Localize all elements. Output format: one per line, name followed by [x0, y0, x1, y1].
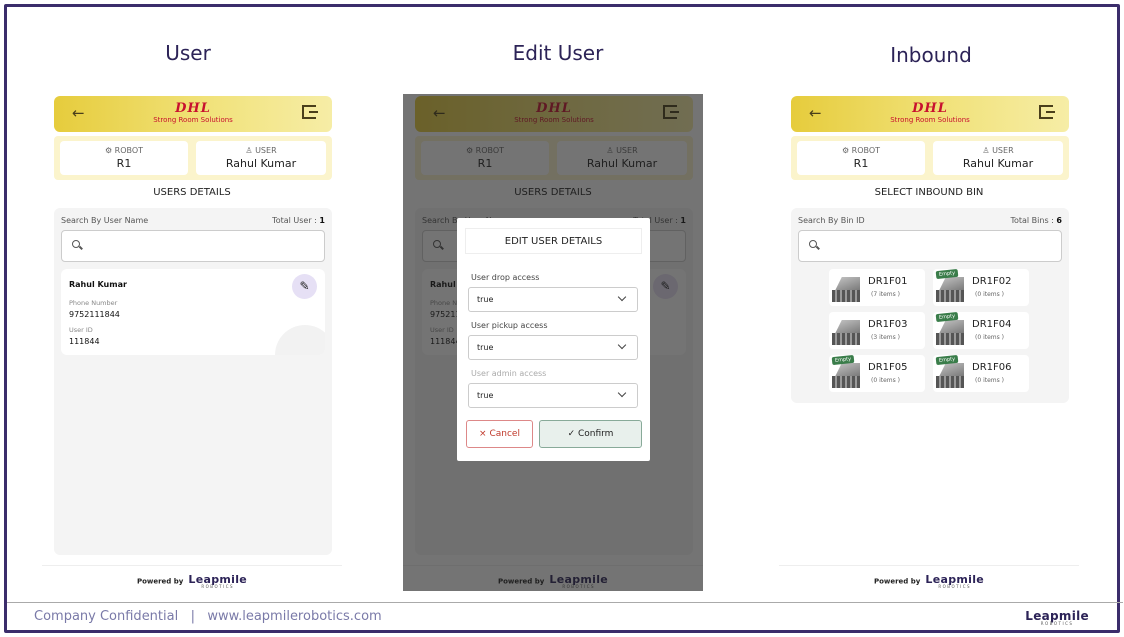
bin-icon — [832, 277, 860, 302]
logout-icon[interactable] — [302, 105, 318, 119]
bin-icon — [936, 320, 964, 345]
title-edit-user: Edit User — [512, 41, 604, 65]
bin-card[interactable]: DR1F03 (3 items ) — [829, 312, 925, 349]
search-label: Search By Bin ID — [798, 216, 865, 225]
dhl-logo: DHL Strong Room Solutions — [890, 101, 970, 124]
bins-panel: Search By Bin ID Total Bins : 6 DR1F01 (… — [791, 208, 1069, 403]
robot-card: ⚙ ROBOT R1 — [797, 141, 925, 175]
robot-icon: ⚙ — [841, 146, 852, 155]
info-bar: ⚙ ROBOT R1 ♙ USER Rahul Kumar — [791, 136, 1069, 180]
phone-value: 9752111844 — [69, 310, 120, 319]
pickup-access-select[interactable]: true — [468, 335, 638, 360]
user-list-item[interactable]: Rahul Kumar Phone Number 9752111844 User… — [61, 269, 325, 355]
back-arrow-icon[interactable]: ← — [809, 104, 822, 122]
bin-card[interactable]: Empty DR1F02 (0 items ) — [933, 268, 1029, 306]
bin-card[interactable]: DR1F01 (7 items ) — [829, 269, 925, 306]
robot-icon: ⚙ — [104, 146, 115, 155]
edit-user-screen: ← DHL Strong Room Solutions ⚙ ROBOT R1 ♙… — [403, 94, 703, 591]
user-name: Rahul Kumar — [69, 280, 127, 289]
bin-icon — [936, 277, 964, 302]
slide-frame: User Edit User Inbound ← DHL Strong Room… — [4, 4, 1123, 633]
section-title: USERS DETAILS — [153, 187, 231, 198]
bin-icon — [936, 363, 964, 388]
title-inbound: Inbound — [890, 43, 972, 67]
bin-card[interactable]: Empty DR1F06 (0 items ) — [933, 354, 1029, 392]
powered-by-footer: Powered by LeapmileROBOTICS — [42, 565, 342, 590]
search-icon — [72, 240, 80, 248]
search-input[interactable] — [61, 230, 325, 262]
powered-by-footer: Powered by LeapmileROBOTICS — [779, 565, 1079, 590]
search-label: Search By User Name — [61, 216, 149, 225]
bin-icon — [832, 320, 860, 345]
user-screen: ← DHL Strong Room Solutions ⚙ ROBOT R1 ♙… — [42, 94, 342, 591]
bin-card[interactable]: Empty DR1F04 (0 items ) — [933, 311, 1029, 349]
chevron-down-icon — [617, 292, 627, 302]
confirm-button[interactable]: ✓ Confirm — [539, 420, 642, 448]
users-panel: Search By User Name Total User : 1 Rahul… — [54, 208, 332, 555]
user-card: ♙ USER Rahul Kumar — [196, 141, 326, 175]
modal-title: EDIT USER DETAILS — [465, 228, 642, 254]
total-users: Total User : 1 — [272, 216, 325, 225]
info-bar: ⚙ ROBOT R1 ♙ USER Rahul Kumar — [54, 136, 332, 180]
admin-access-label: User admin access — [471, 369, 547, 378]
app-header: ← DHL Strong Room Solutions — [54, 96, 332, 132]
drop-access-label: User drop access — [471, 273, 540, 282]
leapmile-logo: LeapmileROBOTICS — [925, 573, 985, 589]
dhl-logo: DHL Strong Room Solutions — [153, 101, 233, 124]
search-icon — [809, 240, 817, 248]
total-bins: Total Bins : 6 — [1010, 216, 1062, 225]
chevron-down-icon — [617, 340, 627, 350]
corner-leapmile-logo: Leapmile ROBOTICS — [1025, 608, 1089, 626]
cancel-button[interactable]: × Cancel — [466, 420, 533, 448]
app-header: ← DHL Strong Room Solutions — [791, 96, 1069, 132]
search-input[interactable] — [798, 230, 1062, 262]
chevron-down-icon — [617, 388, 627, 398]
bin-icon — [832, 363, 860, 388]
logout-icon[interactable] — [1039, 105, 1055, 119]
user-id-value: 111844 — [69, 337, 100, 346]
back-arrow-icon[interactable]: ← — [72, 104, 85, 122]
inbound-screen: ← DHL Strong Room Solutions ⚙ ROBOT R1 ♙… — [779, 94, 1079, 591]
admin-access-select[interactable]: true — [468, 383, 638, 408]
edit-pencil-icon[interactable]: ✎ — [292, 274, 317, 299]
user-card: ♙ USER Rahul Kumar — [933, 141, 1063, 175]
slide-footer-divider — [7, 602, 1123, 603]
drop-access-select[interactable]: true — [468, 287, 638, 312]
phone-label: Phone Number — [69, 299, 118, 307]
edit-user-modal: EDIT USER DETAILS User drop access true … — [457, 218, 650, 461]
robot-card: ⚙ ROBOT R1 — [60, 141, 188, 175]
bin-card[interactable]: Empty DR1F05 (0 items ) — [829, 354, 925, 392]
title-user: User — [165, 41, 211, 65]
pickup-access-label: User pickup access — [471, 321, 548, 330]
user-id-label: User ID — [69, 326, 93, 334]
section-title: SELECT INBOUND BIN — [874, 187, 984, 198]
confidential-text: Company Confidential | www.leapmilerobot… — [34, 609, 382, 624]
user-icon: ♙ — [245, 146, 256, 155]
user-icon: ♙ — [982, 146, 993, 155]
leapmile-logo: LeapmileROBOTICS — [188, 573, 248, 589]
